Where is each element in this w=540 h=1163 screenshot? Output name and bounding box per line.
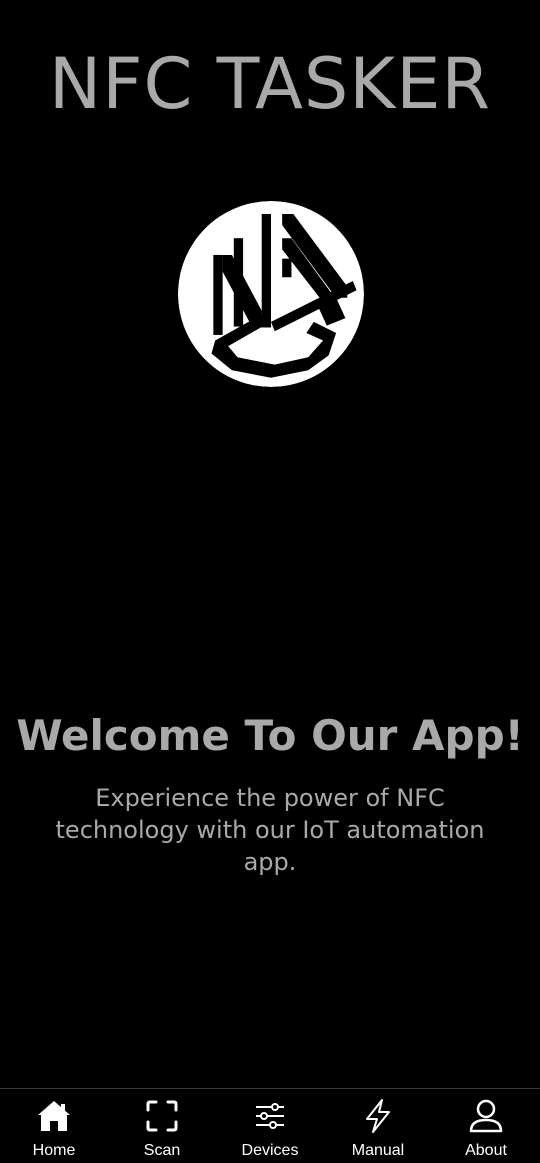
welcome-description: Experience the power of NFC technology w… bbox=[55, 784, 485, 876]
lightning-icon bbox=[366, 1099, 390, 1133]
sliders-icon bbox=[256, 1103, 284, 1129]
nav-label-manual: Manual bbox=[351, 1142, 405, 1159]
nav-item-about[interactable]: About bbox=[432, 1089, 540, 1163]
nav-item-manual[interactable]: Manual bbox=[324, 1089, 432, 1163]
page-title: NFC TASKER bbox=[48, 43, 492, 125]
nav-label-devices: Devices bbox=[241, 1142, 299, 1159]
user-icon bbox=[469, 1099, 503, 1133]
nav-label-home: Home bbox=[32, 1142, 76, 1159]
nav-label-scan: Scan bbox=[143, 1142, 181, 1159]
welcome-title: Welcome To Our App! bbox=[16, 711, 524, 760]
bottom-navigation: Home Scan Devices Manual About bbox=[0, 1088, 540, 1163]
scan-icon bbox=[146, 1100, 178, 1132]
nav-item-devices[interactable]: Devices bbox=[216, 1089, 324, 1163]
nfc-logo-icon bbox=[178, 201, 364, 387]
nav-item-scan[interactable]: Scan bbox=[108, 1089, 216, 1163]
nav-label-about: About bbox=[465, 1142, 507, 1159]
nav-item-home[interactable]: Home bbox=[0, 1089, 108, 1163]
home-icon bbox=[38, 1101, 70, 1131]
